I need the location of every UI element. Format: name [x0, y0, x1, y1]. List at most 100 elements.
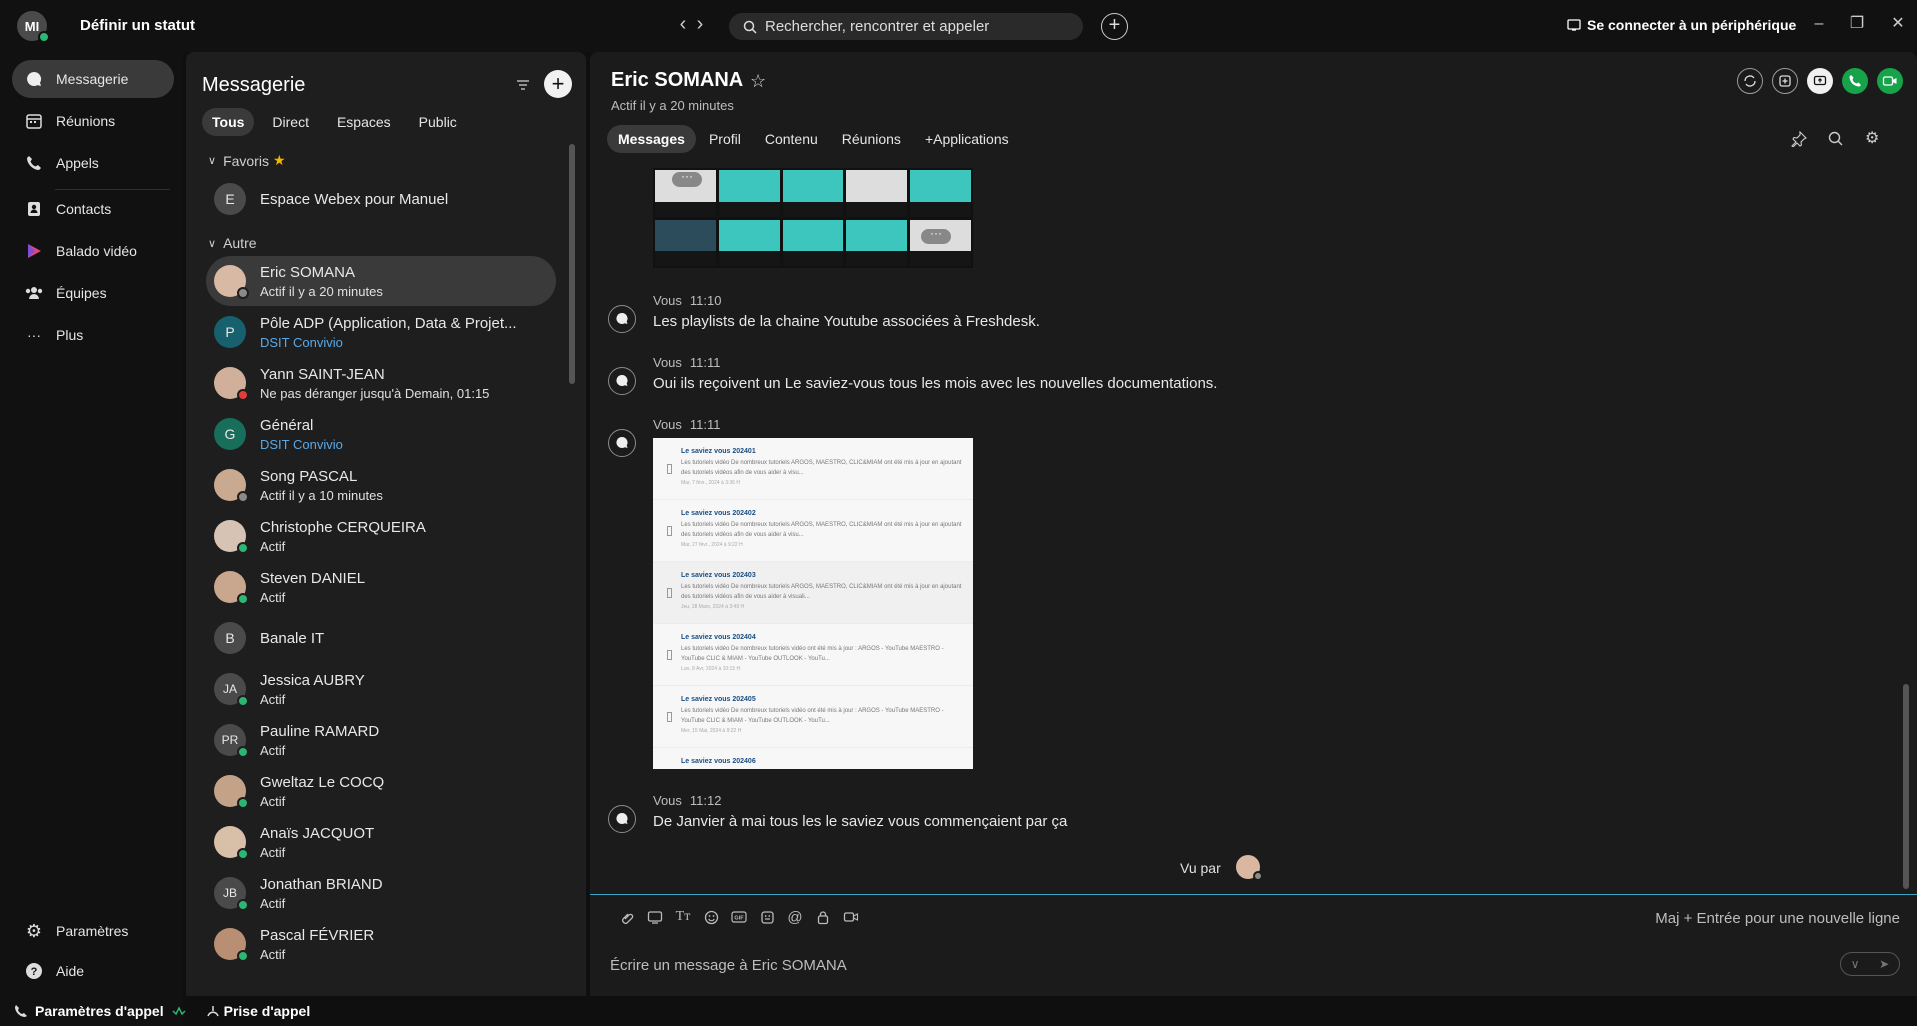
tab-direct[interactable]: Direct — [262, 108, 319, 136]
list-item[interactable]: JA Jessica AUBRY Actif — [206, 664, 556, 714]
tab-messages[interactable]: Messages — [607, 125, 696, 153]
list-item[interactable]: E Espace Webex pour Manuel — [206, 174, 556, 224]
bookmark-icon — [667, 712, 672, 722]
star-icon: ★ — [272, 152, 286, 168]
record-video-icon[interactable] — [842, 908, 860, 926]
connected-icon — [172, 1006, 186, 1016]
tab-all[interactable]: Tous — [202, 108, 255, 136]
list-item[interactable]: Steven DANIEL Actif — [206, 562, 556, 612]
new-conversation-button[interactable]: + — [544, 70, 572, 98]
team-link[interactable]: DSIT Convivio — [260, 335, 530, 350]
nav-settings[interactable]: ⚙ Paramètres — [12, 912, 174, 950]
format-text-icon[interactable]: Tт — [674, 908, 692, 926]
tab-apps[interactable]: +Applications — [914, 125, 1020, 153]
read-receipt-avatar[interactable] — [1236, 855, 1263, 881]
search-icon[interactable] — [1828, 131, 1843, 151]
tab-meetings[interactable]: Réunions — [831, 125, 912, 153]
doc-entry-title: Le saviez vous 202402 — [681, 510, 756, 517]
team-link[interactable]: DSIT Convivio — [260, 437, 530, 452]
message-time: 11:11 — [689, 355, 721, 370]
send-options-chevron-icon[interactable]: ∨ — [1851, 957, 1860, 971]
other-section-header[interactable]: ∨ Autre — [208, 235, 257, 251]
favorite-star-icon[interactable]: ☆ — [750, 71, 766, 92]
list-item[interactable]: Christophe CERQUEIRA Actif — [206, 511, 556, 561]
list-item[interactable]: PR Pauline RAMARD Actif — [206, 715, 556, 765]
avatar: P — [214, 316, 246, 348]
gif-icon[interactable]: GIF — [730, 908, 748, 926]
nav-vidcast[interactable]: Balado vidéo — [12, 232, 174, 270]
list-item[interactable]: Yann SAINT-JEAN Ne pas déranger jusqu'à D… — [206, 358, 556, 408]
audio-call-icon[interactable] — [1842, 68, 1868, 94]
nav-more[interactable]: ··· Plus — [12, 316, 174, 354]
bookmark-icon — [667, 464, 672, 474]
call-pickup-button[interactable]: Prise d'appel — [206, 1003, 310, 1019]
lock-icon[interactable] — [814, 908, 832, 926]
sync-icon[interactable] — [1737, 68, 1763, 94]
title-bar: MI Définir un statut ‹ › Rechercher, ren… — [0, 0, 1917, 52]
call-settings-button[interactable]: Paramètres d'appel — [14, 1003, 186, 1019]
restore-icon[interactable]: ❐ — [1847, 14, 1867, 34]
minimize-icon[interactable]: – — [1809, 14, 1829, 34]
nav-meetings[interactable]: Réunions — [12, 102, 174, 140]
add-space-icon[interactable] — [1772, 68, 1798, 94]
chat-scrollbar[interactable] — [1903, 684, 1909, 889]
nav-help[interactable]: ? Aide — [12, 952, 174, 990]
new-action-button[interactable]: + — [1101, 13, 1128, 40]
mention-icon[interactable]: @ — [786, 908, 804, 926]
nav-teams[interactable]: Équipes — [12, 274, 174, 312]
favorites-section-header[interactable]: ∨ Favoris ★ — [208, 152, 286, 169]
list-item[interactable]: JB Jonathan BRIAND Actif — [206, 868, 556, 918]
tab-content[interactable]: Contenu — [754, 125, 829, 153]
more-options-icon[interactable]: ··· — [921, 227, 951, 244]
connect-device-button[interactable]: Se connecter à un périphérique — [1567, 17, 1796, 33]
avatar — [214, 826, 249, 860]
tab-profile[interactable]: Profil — [698, 125, 752, 153]
left-navigation: Messagerie Réunions Appels Contacts Bala… — [0, 52, 183, 1026]
emoji-icon[interactable] — [702, 908, 720, 926]
avatar — [214, 265, 249, 299]
set-status-button[interactable]: Définir un statut — [80, 17, 195, 34]
list-item[interactable]: Gweltaz Le COCQ Actif — [206, 766, 556, 816]
message-author: Vous — [653, 355, 682, 370]
list-item[interactable]: Pascal FÉVRIER Actif — [206, 919, 556, 969]
message-meta: Vous 11:10 — [653, 293, 722, 308]
close-icon[interactable]: ✕ — [1888, 14, 1908, 34]
message-input[interactable]: Écrire un message à Eric SOMANA — [610, 957, 847, 974]
message-icon — [24, 69, 44, 89]
presence-away-icon — [237, 491, 249, 503]
list-item[interactable]: Song PASCAL Actif il y a 10 minutes — [206, 460, 556, 510]
send-icon[interactable]: ➤ — [1879, 957, 1889, 971]
share-screen-icon[interactable] — [1807, 68, 1833, 94]
list-item[interactable]: Eric SOMANA Actif il y a 20 minutes — [206, 256, 556, 306]
shared-screenshot-image[interactable]: Le saviez vous 202401 Les tutoriels vidéo… — [653, 438, 973, 769]
gear-icon[interactable]: ⚙ — [1865, 128, 1879, 148]
more-options-icon[interactable]: ··· — [672, 170, 702, 187]
video-call-icon[interactable] — [1877, 68, 1903, 94]
nav-contacts[interactable]: Contacts — [12, 190, 174, 228]
list-item[interactable]: B Banale IT — [206, 613, 556, 663]
search-input[interactable]: Rechercher, rencontrer et appeler — [729, 13, 1083, 40]
list-item[interactable]: G Général DSIT Convivio — [206, 409, 556, 459]
doc-entry-title: Le saviez vous 202405 — [681, 696, 756, 703]
tab-spaces[interactable]: Espaces — [327, 108, 401, 136]
filter-icon[interactable] — [516, 78, 530, 96]
pin-icon[interactable] — [1791, 130, 1807, 152]
tab-public[interactable]: Public — [409, 108, 467, 136]
list-item[interactable]: Anaïs JACQUOT Actif — [206, 817, 556, 867]
list-item[interactable]: P Pôle ADP (Application, Data & Projet..… — [206, 307, 556, 357]
nav-calls[interactable]: Appels — [12, 144, 174, 182]
call-pickup-icon — [206, 1006, 219, 1017]
attach-icon[interactable] — [618, 908, 636, 926]
nav-messaging[interactable]: Messagerie — [12, 60, 174, 98]
doc-entry-date: Jeu, 28 Mars, 2024 à 3:49 H — [681, 604, 745, 610]
avatar — [214, 367, 249, 401]
call-status-bar: Paramètres d'appel Prise d'appel — [0, 996, 590, 1026]
sticker-icon[interactable] — [758, 908, 776, 926]
screenshot-icon[interactable] — [646, 908, 664, 926]
my-avatar[interactable]: MI — [17, 11, 50, 43]
conversation-status: Actif — [260, 844, 286, 860]
list-scrollbar[interactable] — [569, 144, 575, 384]
send-button-group[interactable]: ∨ ➤ — [1840, 952, 1900, 976]
svg-text:?: ? — [31, 966, 38, 978]
forward-arrow-icon[interactable]: › — [690, 14, 710, 35]
